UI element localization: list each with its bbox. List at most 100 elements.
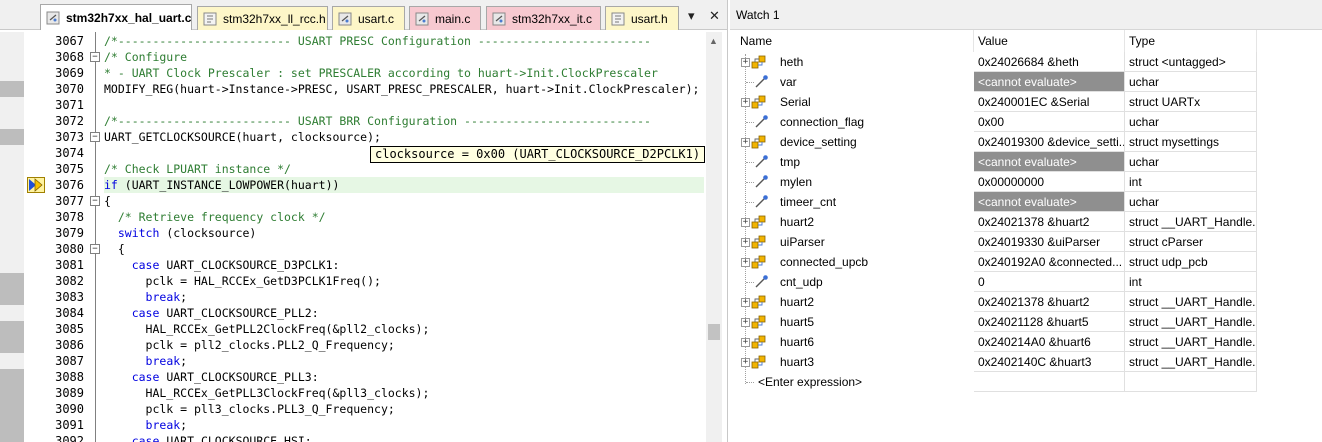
- code-line[interactable]: break;: [104, 289, 188, 305]
- watch-value[interactable]: <cannot evaluate>: [974, 192, 1125, 212]
- struct-variable-icon: [751, 315, 766, 329]
- tab-stm32h7xx-ll-rcc-h[interactable]: stm32h7xx_ll_rcc.h: [197, 6, 328, 30]
- code-text: /*------------------------- USART BRR Co…: [104, 114, 651, 128]
- expand-icon[interactable]: +: [741, 138, 750, 147]
- watch-row[interactable]: + heth 0x24026684 &heth struct <untagged>: [730, 52, 1322, 72]
- code-line[interactable]: pclk = HAL_RCCEx_GetD3PCLK1Freq();: [104, 273, 381, 289]
- watch-row[interactable]: + device_setting 0x24019300 &device_setti.…: [730, 132, 1322, 152]
- line-number: 3081: [55, 258, 84, 272]
- scrollbar-thumb[interactable]: [708, 324, 720, 340]
- code-line[interactable]: /* Retrieve frequency clock */: [104, 209, 326, 225]
- watch-row[interactable]: + Serial 0x240001EC &Serial struct UARTx: [730, 92, 1322, 112]
- watch-value[interactable]: 0x24019300 &device_setti...: [974, 132, 1125, 152]
- enter-expression-input[interactable]: <Enter expression>: [758, 372, 862, 392]
- watch-row[interactable]: + huart6 0x240214A0 &huart6 struct __UART_H…: [730, 332, 1322, 352]
- watch-row[interactable]: + huart2 0x24021378 &huart2 struct __UART_H…: [730, 292, 1322, 312]
- code-line[interactable]: case UART_CLOCKSOURCE_D3PCLK1:: [104, 257, 340, 273]
- code-line[interactable]: case UART_CLOCKSOURCE_PLL3:: [104, 369, 319, 385]
- code-line[interactable]: /*------------------------- USART BRR Co…: [104, 113, 651, 129]
- watch-row[interactable]: + huart2 0x24021378 &huart2 struct __UART_H…: [730, 212, 1322, 232]
- code-line[interactable]: MODIFY_REG(huart->Instance->PRESC, USART…: [104, 81, 699, 97]
- watch-row[interactable]: cnt_udp 0 int: [730, 272, 1322, 292]
- code-line[interactable]: break;: [104, 353, 188, 369]
- code-line[interactable]: HAL_RCCEx_GetPLL2ClockFreq(&pll2_clocks)…: [104, 321, 430, 337]
- expand-icon[interactable]: +: [741, 258, 750, 267]
- watch-value[interactable]: <cannot evaluate>: [974, 72, 1125, 92]
- empty-watch-cell[interactable]: [1125, 372, 1257, 392]
- column-header-name[interactable]: Name: [736, 30, 974, 52]
- watch-row[interactable]: var <cannot evaluate> uchar: [730, 72, 1322, 92]
- watch-value[interactable]: 0x24021128 &huart5: [974, 312, 1125, 332]
- watch-value[interactable]: 0: [974, 272, 1125, 292]
- watch-row[interactable]: + uiParser 0x24019330 &uiParser struct cPar…: [730, 232, 1322, 252]
- expand-icon[interactable]: +: [741, 58, 750, 67]
- code-line-marker: [0, 81, 24, 97]
- code-line[interactable]: * - UART Clock Prescaler : set PRESCALER…: [104, 65, 658, 81]
- watch-value[interactable]: 0x24019330 &uiParser: [974, 232, 1125, 252]
- collapse-icon[interactable]: −: [90, 132, 100, 142]
- execution-pointer-icon: [27, 177, 45, 193]
- tab-list-dropdown-icon[interactable]: ▾: [688, 8, 695, 24]
- struct-variable-icon: [751, 55, 766, 69]
- watch-row[interactable]: connection_flag 0x00 uchar: [730, 112, 1322, 132]
- code-line[interactable]: pclk = pll3_clocks.PLL3_Q_Frequency;: [104, 401, 395, 417]
- expand-icon[interactable]: +: [741, 358, 750, 367]
- tab-stm32h7xx-hal-uart-c[interactable]: stm32h7xx_hal_uart.c: [40, 4, 192, 30]
- watch-name: cnt_udp: [780, 275, 823, 289]
- current-code-line[interactable]: if (UART_INSTANCE_LOWPOWER(huart)): [104, 177, 704, 193]
- expand-icon[interactable]: +: [741, 238, 750, 247]
- code-line[interactable]: {: [104, 193, 111, 209]
- breakpoint-margin[interactable]: [0, 32, 24, 442]
- watch-value[interactable]: <cannot evaluate>: [974, 152, 1125, 172]
- watch-value[interactable]: 0x240192A0 &connected...: [974, 252, 1125, 272]
- collapse-icon[interactable]: −: [90, 52, 100, 62]
- code-line[interactable]: case UART_CLOCKSOURCE_HSI:: [104, 433, 312, 442]
- expand-icon[interactable]: +: [741, 218, 750, 227]
- watch-row[interactable]: + connected_upcb 0x240192A0 &connected... s…: [730, 252, 1322, 272]
- code-text: * - UART Clock Prescaler : set PRESCALER…: [104, 66, 658, 80]
- watch-value[interactable]: 0x24021378 &huart2: [974, 292, 1125, 312]
- tab-main-c[interactable]: main.c: [409, 6, 481, 30]
- code-line[interactable]: /* Configure: [104, 49, 187, 65]
- watch-value[interactable]: 0x24021378 &huart2: [974, 212, 1125, 232]
- expand-icon[interactable]: +: [741, 98, 750, 107]
- code-line[interactable]: {: [104, 241, 125, 257]
- empty-watch-cell[interactable]: [974, 372, 1125, 392]
- close-icon[interactable]: ✕: [709, 8, 720, 24]
- fold-column[interactable]: − − − −: [88, 32, 102, 442]
- code-line[interactable]: /*------------------------- USART PRESC …: [104, 33, 651, 49]
- expand-icon[interactable]: +: [741, 338, 750, 347]
- tab-usart-h[interactable]: usart.h: [605, 6, 679, 30]
- watch-value[interactable]: 0x00000000: [974, 172, 1125, 192]
- watch-value[interactable]: 0x2402140C &huart3: [974, 352, 1125, 372]
- tab-usart-c[interactable]: usart.c: [332, 6, 405, 30]
- code-line[interactable]: /* Check LPUART instance */: [104, 161, 291, 177]
- editor-vertical-scrollbar[interactable]: ▲: [706, 32, 722, 442]
- line-number: 3092: [55, 434, 84, 442]
- watch-value[interactable]: 0x240001EC &Serial: [974, 92, 1125, 112]
- scroll-up-icon[interactable]: ▲: [709, 36, 718, 46]
- tab-stm32h7xx-it-c[interactable]: stm32h7xx_it.c: [486, 6, 601, 30]
- code-line[interactable]: break;: [104, 417, 188, 433]
- watch-value[interactable]: 0x240214A0 &huart6: [974, 332, 1125, 352]
- code-line[interactable]: switch (clocksource): [104, 225, 256, 241]
- watch-row[interactable]: + huart5 0x24021128 &huart5 struct __UART_H…: [730, 312, 1322, 332]
- code-area[interactable]: /*------------------------- USART PRESC …: [104, 32, 704, 442]
- watch-value[interactable]: 0x24026684 &heth: [974, 52, 1125, 72]
- column-header-value[interactable]: Value: [974, 30, 1125, 52]
- collapse-icon[interactable]: −: [90, 196, 100, 206]
- watch-row[interactable]: tmp <cannot evaluate> uchar: [730, 152, 1322, 172]
- code-line[interactable]: HAL_RCCEx_GetPLL3ClockFreq(&pll3_clocks)…: [104, 385, 430, 401]
- watch-row[interactable]: mylen 0x00000000 int: [730, 172, 1322, 192]
- watch-row[interactable]: timeer_cnt <cannot evaluate> uchar: [730, 192, 1322, 212]
- watch-type: int: [1125, 172, 1257, 192]
- column-header-type[interactable]: Type: [1125, 30, 1257, 52]
- code-line[interactable]: pclk = pll2_clocks.PLL2_Q_Frequency;: [104, 337, 395, 353]
- collapse-icon[interactable]: −: [90, 244, 100, 254]
- expand-icon[interactable]: +: [741, 318, 750, 327]
- code-line[interactable]: case UART_CLOCKSOURCE_PLL2:: [104, 305, 319, 321]
- code-line[interactable]: UART_GETCLOCKSOURCE(huart, clocksource);: [104, 129, 381, 145]
- watch-value[interactable]: 0x00: [974, 112, 1125, 132]
- watch-row[interactable]: + huart3 0x2402140C &huart3 struct __UART_H…: [730, 352, 1322, 372]
- expand-icon[interactable]: +: [741, 298, 750, 307]
